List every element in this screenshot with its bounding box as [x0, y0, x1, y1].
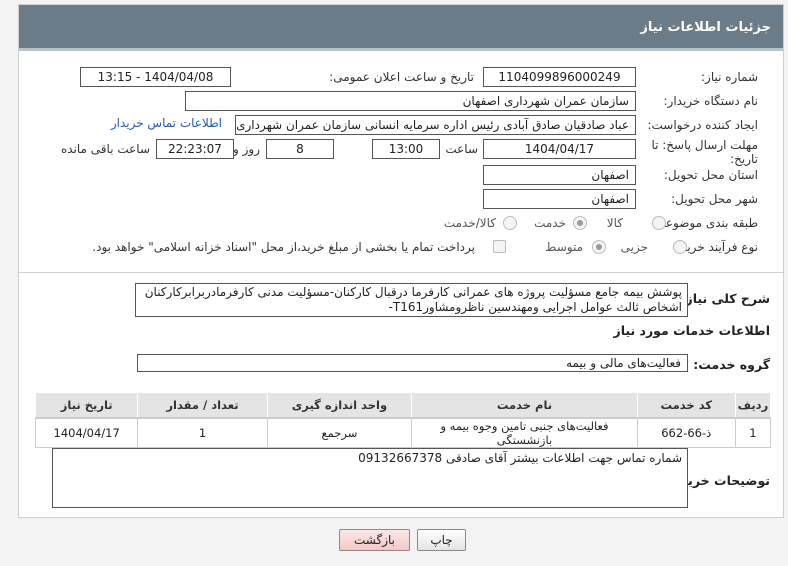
process-option-medium: متوسط [545, 240, 583, 254]
remaining-time-field: 22:23:07 [156, 139, 234, 159]
services-table: ردیف کد خدمت نام خدمت واحد اندازه گیری ت… [34, 392, 772, 448]
creator-field: عباد صادقیان صادق آبادی رئیس اداره سرمای… [235, 115, 636, 135]
city-label: شهر محل تحویل: [671, 192, 758, 206]
creator-label: ایجاد کننده درخواست: [647, 118, 758, 132]
col-service-code: کد خدمت [636, 392, 736, 419]
service-group-field: فعالیت‌های مالی و بیمه [137, 354, 688, 372]
back-button[interactable]: بازگشت [339, 529, 410, 551]
col-need-date: تاریخ نیاز [34, 392, 139, 419]
province-field: اصفهان [483, 165, 636, 185]
buyer-notes-textarea[interactable]: شماره تماس جهت اطلاعات بیشتر آقای صادقی … [52, 448, 688, 508]
category-radio-goods[interactable] [652, 216, 666, 230]
remaining-label: ساعت باقی مانده [60, 142, 150, 156]
summary-textarea[interactable]: پوشش بیمه جامع مسؤلیت پروژه های عمرانی ک… [135, 283, 688, 317]
summary-label: شرح کلی نیاز: [680, 291, 770, 306]
col-unit: واحد اندازه گیری [266, 392, 413, 419]
cell-service-code: ذ-66-662 [636, 417, 736, 448]
days-label: روز و [233, 142, 260, 156]
deadline-time-label: ساعت [445, 142, 478, 156]
category-option-goods: کالا [606, 216, 623, 230]
announce-label: تاریخ و ساعت اعلان عمومی: [329, 70, 474, 84]
cell-unit: سرجمع [266, 417, 413, 448]
treasury-checkbox[interactable] [493, 240, 506, 253]
process-option-minor: جزیی [620, 240, 648, 254]
panel-header: جزئیات اطلاعات نیاز [19, 5, 783, 51]
cell-quantity: 1 [137, 417, 268, 448]
announce-field: 1404/04/08 - 13:15 [80, 67, 231, 87]
page-title: جزئیات اطلاعات نیاز [640, 20, 771, 35]
need-number-field: 1104099896000249 [483, 67, 636, 87]
payment-note: پرداخت تمام یا بخشی از مبلغ خرید،از محل … [92, 240, 475, 254]
buyer-contact-link[interactable]: اطلاعات تماس خریدار [111, 116, 222, 130]
category-radio-goods-service[interactable] [503, 216, 517, 230]
deadline-time-field: 13:00 [372, 139, 440, 159]
cell-service-name: فعالیت‌های جنبی تامین وجوه بیمه و بازنشس… [411, 417, 638, 448]
col-row-number: ردیف [734, 392, 772, 419]
col-quantity: تعداد / مقدار [137, 392, 268, 419]
province-label: استان محل تحویل: [663, 168, 758, 182]
print-button[interactable]: چاپ [417, 529, 466, 551]
buyer-org-field: سازمان عمران شهرداری اصفهان [185, 91, 636, 111]
buyer-org-label: نام دستگاه خریدار: [663, 94, 759, 108]
col-service-name: نام خدمت [411, 392, 638, 419]
category-label: طبقه بندی موضوعی: [651, 216, 758, 230]
category-radio-service[interactable] [573, 216, 587, 230]
services-section-title: اطلاعات خدمات مورد نیاز [613, 323, 771, 338]
table-row: 1 ذ-66-662 فعالیت‌های جنبی تامین وجوه بی… [34, 417, 772, 448]
service-group-label: گروه خدمت: [693, 357, 770, 372]
deadline-label: مهلت ارسال پاسخ: تا [651, 138, 758, 152]
category-option-goods-service: کالا/خدمت [443, 216, 496, 230]
category-option-service: خدمت [534, 216, 566, 230]
process-radio-minor[interactable] [673, 240, 687, 254]
deadline-date-field: 1404/04/17 [483, 139, 636, 159]
need-number-label: شماره نیاز: [701, 70, 758, 84]
days-field: 8 [266, 139, 334, 159]
deadline-label-date: تاریخ: [730, 152, 758, 166]
cell-row-number: 1 [734, 417, 772, 448]
process-radio-medium[interactable] [592, 240, 606, 254]
cell-need-date: 1404/04/17 [34, 417, 139, 448]
table-header-row: ردیف کد خدمت نام خدمت واحد اندازه گیری ت… [34, 392, 772, 419]
city-field: اصفهان [483, 189, 636, 209]
